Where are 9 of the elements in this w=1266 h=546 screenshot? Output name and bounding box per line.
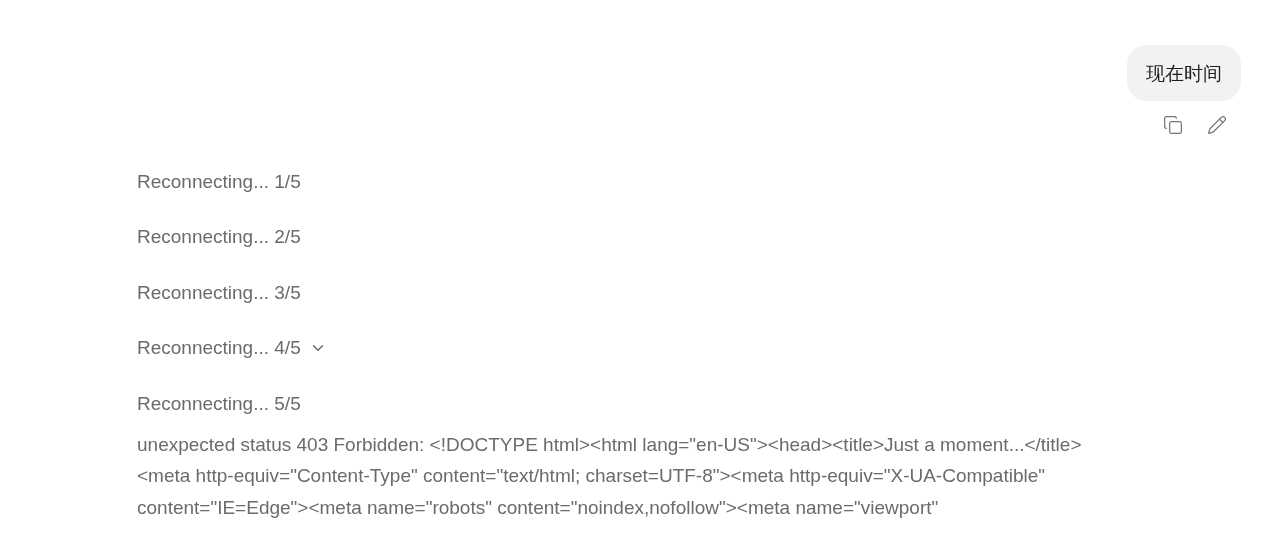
edit-icon[interactable]: [1207, 115, 1227, 135]
status-text: Reconnecting... 5/5: [137, 391, 301, 416]
copy-icon[interactable]: [1163, 115, 1183, 135]
status-text: Reconnecting... 3/5: [137, 280, 301, 305]
error-message: unexpected status 403 Forbidden: <!DOCTYPE html><html lang="en-US"><head><title>Just a moment...</title> <meta http-equiv="Content-Type" content="text/html; charset=UTF-8"><meta http-equiv="X-UA-Compatible" content="IE=Edge"><meta name="robots" content="noindex,nofollow"><meta name="viewport": [137, 432, 1083, 520]
status-text: Reconnecting... 4/5: [137, 336, 301, 360]
user-message-bubble: 现在时间: [1127, 45, 1241, 101]
status-text: Reconnecting... 1/5: [137, 169, 301, 194]
status-text: Reconnecting... 2/5: [137, 225, 301, 249]
